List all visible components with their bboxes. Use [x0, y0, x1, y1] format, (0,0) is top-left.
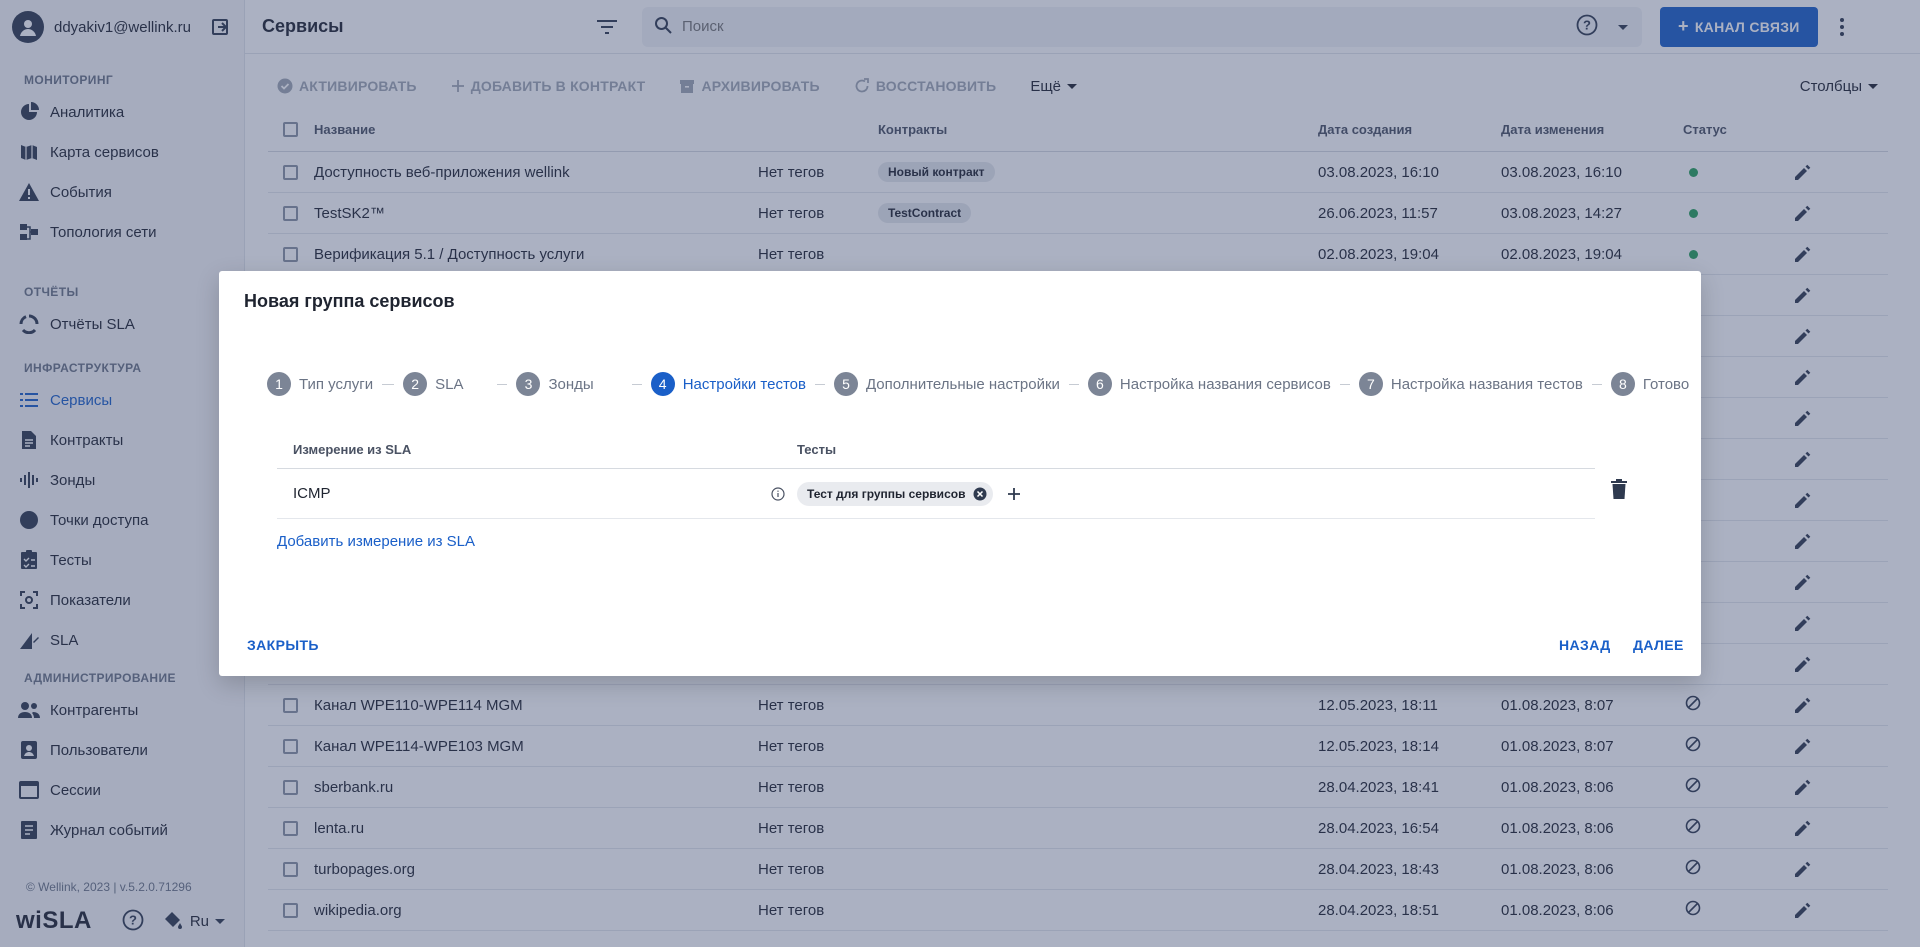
add-sla-measure-link[interactable]: Добавить измерение из SLA	[277, 533, 475, 550]
step-number: 6	[1087, 372, 1112, 396]
new-service-group-dialog: Новая группа сервисов 1 Тип услуги 2 SLA…	[219, 271, 1701, 676]
step-test-settings[interactable]: 4 Настройки тестов	[650, 372, 806, 396]
step-number: 1	[267, 372, 291, 396]
test-settings-table: Измерение из SLA Тесты ICMP Тест для гру…	[277, 431, 1595, 519]
step-separator	[1591, 383, 1602, 385]
step-number: 5	[833, 372, 858, 396]
step-sla[interactable]: 2 SLA	[403, 372, 463, 396]
header-measure: Измерение из SLA	[293, 442, 412, 457]
step-label: Настройка названия тестов	[1390, 375, 1583, 393]
step-label: Настройки тестов	[682, 375, 806, 393]
step-label: Тип услуги	[299, 375, 374, 393]
step-done[interactable]: 8 Готово	[1610, 372, 1690, 396]
step-number: 8	[1610, 372, 1635, 396]
header-tests: Тесты	[797, 442, 837, 457]
dialog-title: Новая группа сервисов	[244, 291, 455, 311]
step-probes[interactable]: 3 Зонды	[516, 372, 594, 396]
step-separator	[1068, 383, 1079, 385]
info-icon[interactable]	[771, 486, 785, 501]
back-button[interactable]: НАЗАД	[1559, 637, 1611, 653]
step-service-naming[interactable]: 6 Настройка названия сервисов	[1087, 372, 1331, 396]
delete-icon[interactable]	[1611, 479, 1627, 502]
step-label: SLA	[435, 375, 464, 393]
measure-name: ICMP	[293, 485, 331, 502]
step-label: Готово	[1642, 375, 1690, 393]
step-number: 2	[403, 372, 428, 396]
close-circle-icon[interactable]	[973, 487, 987, 501]
step-separator	[382, 383, 395, 385]
test-chip-label: Тест для группы сервисов	[807, 486, 966, 501]
add-test-plus-icon[interactable]	[1007, 487, 1021, 501]
step-separator	[631, 383, 642, 385]
next-button[interactable]: ДАЛЕЕ	[1633, 637, 1684, 653]
step-service-type[interactable]: 1 Тип услуги	[267, 372, 373, 396]
step-separator	[814, 383, 825, 385]
step-test-naming[interactable]: 7 Настройка названия тестов	[1358, 372, 1583, 396]
step-additional-settings[interactable]: 5 Дополнительные настройки	[833, 372, 1060, 396]
step-number: 3	[516, 372, 541, 396]
step-number: 7	[1358, 372, 1383, 396]
step-label: Настройка названия сервисов	[1119, 375, 1331, 393]
wizard-stepper: 1 Тип услуги 2 SLA 3 Зонды 4 Настройки т…	[267, 371, 1689, 397]
table-header: Измерение из SLA Тесты	[277, 431, 1595, 469]
step-separator	[497, 383, 508, 385]
table-row: ICMP Тест для группы сервисов	[277, 469, 1595, 519]
step-number: 4	[650, 372, 675, 396]
test-chip[interactable]: Тест для группы сервисов	[797, 481, 994, 506]
step-label: Дополнительные настройки	[865, 375, 1060, 393]
close-button[interactable]: ЗАКРЫТЬ	[247, 637, 319, 653]
step-label: Зонды	[548, 375, 594, 393]
step-separator	[1339, 383, 1350, 385]
